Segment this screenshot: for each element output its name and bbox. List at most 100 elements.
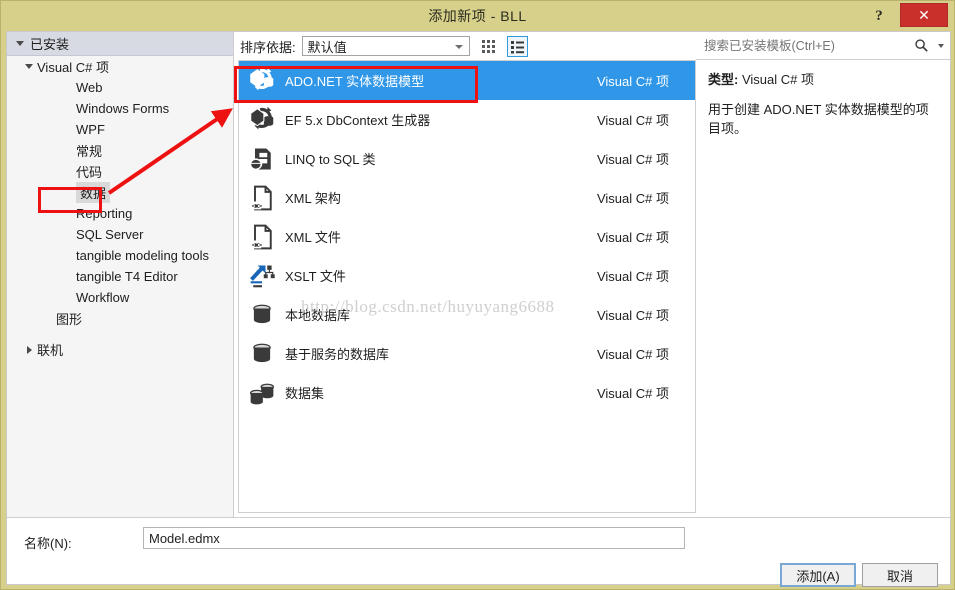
add-button[interactable]: 添加(A) <box>780 563 856 587</box>
sidebar-item-label: 数据 <box>76 182 111 203</box>
database-icon <box>245 299 279 331</box>
template-list-item[interactable]: ADO.NET 实体数据模型 Visual C# 项 <box>239 61 695 100</box>
sidebar-item-label: 联机 <box>37 343 64 358</box>
sidebar-item-11[interactable]: Workflow <box>7 287 233 308</box>
template-name: 本地数据库 <box>285 308 351 323</box>
database-icon <box>245 338 279 370</box>
template-list-item[interactable]: EF 5.x DbContext 生成器 Visual C# 项 <box>239 100 695 139</box>
chevron-down-icon[interactable] <box>938 43 944 48</box>
sidebar-item-4[interactable]: 常规 <box>7 140 233 161</box>
template-name: ADO.NET 实体数据模型 <box>285 74 425 89</box>
template-kind: Visual C# 项 <box>596 230 669 245</box>
sidebar-item-label: SQL Server <box>76 227 144 242</box>
template-kind: Visual C# 项 <box>596 308 669 323</box>
sidebar-header-label: 已安装 <box>30 37 70 52</box>
template-list-item[interactable]: 本地数据库 Visual C# 项 <box>239 295 695 334</box>
sidebar-item-2[interactable]: Windows Forms <box>7 98 233 119</box>
template-name: EF 5.x DbContext 生成器 <box>285 113 431 128</box>
search-input[interactable] <box>696 37 906 54</box>
window-title: 添加新项 - BLL <box>428 8 527 24</box>
template-list-item[interactable]: < > XML 文件 Visual C# 项 <box>239 217 695 256</box>
installed-templates-sidebar: 已安装 Visual C# 项 Web Windows Forms WPF 常规代码数据… <box>7 32 234 517</box>
template-name: XSLT 文件 <box>285 269 346 284</box>
xml-document-icon: < > <box>245 182 279 214</box>
dialog-client-area: 已安装 Visual C# 项 Web Windows Forms WPF 常规代码数据… <box>6 31 951 587</box>
template-list-item[interactable]: 数据集 Visual C# 项 <box>239 373 695 412</box>
template-kind: Visual C# 项 <box>596 386 669 401</box>
xml-document-icon: < > <box>245 221 279 253</box>
template-kind: Visual C# 项 <box>596 74 669 89</box>
sidebar-item-10[interactable]: tangible T4 Editor <box>7 266 233 287</box>
template-type-value: Visual C# 项 <box>741 72 814 87</box>
sort-by-dropdown[interactable]: 默认值 <box>301 36 470 56</box>
help-button[interactable]: ? <box>866 3 892 27</box>
template-list-item[interactable]: < > XML 架构 Visual C# 项 <box>239 178 695 217</box>
template-kind: Visual C# 项 <box>596 347 669 362</box>
add-new-item-dialog: 添加新项 - BLL ? ✕ 已安装 Visual C# 项 Web Windows… <box>0 0 955 590</box>
template-kind: Visual C# 项 <box>596 191 669 206</box>
sidebar-item-6[interactable]: 数据 <box>7 182 233 203</box>
dialog-footer: 名称(N): 添加(A) 取消 <box>7 517 950 587</box>
grid-view-icon[interactable] <box>478 36 499 57</box>
category-tree: Visual C# 项 Web Windows Forms WPF 常规代码数据 Repo… <box>7 56 233 360</box>
chevron-right-icon <box>21 345 37 354</box>
entity-model-icon <box>245 65 279 97</box>
template-list-item[interactable]: LINQ to SQL 类 Visual C# 项 <box>239 139 695 178</box>
sort-by-value: 默认值 <box>307 39 347 55</box>
sidebar-header[interactable]: 已安装 <box>7 32 233 56</box>
template-name: XML 架构 <box>285 191 341 206</box>
sidebar-item-8[interactable]: SQL Server <box>7 224 233 245</box>
close-button[interactable]: ✕ <box>900 3 948 27</box>
title-bar: 添加新项 - BLL ? ✕ <box>1 1 954 31</box>
template-kind: Visual C# 项 <box>596 152 669 167</box>
name-input[interactable] <box>143 527 685 549</box>
name-label: 名称(N): <box>24 536 72 551</box>
list-view-icon[interactable] <box>506 35 528 57</box>
sidebar-item-label: Web <box>76 80 103 95</box>
sidebar-item-label: 代码 <box>76 165 103 180</box>
template-list-pane: 排序依据: 默认值 ADO.NET 实体数据模型 Visual C# 项 EF … <box>234 32 696 517</box>
sidebar-item-9[interactable]: tangible modeling tools <box>7 245 233 266</box>
template-name: 基于服务的数据库 <box>285 347 390 362</box>
template-name: LINQ to SQL 类 <box>285 152 376 167</box>
sidebar-item-12[interactable]: 图形 <box>7 308 233 329</box>
sidebar-item-3[interactable]: WPF <box>7 119 233 140</box>
search-icon[interactable] <box>906 33 936 59</box>
xslt-file-icon <box>245 260 279 292</box>
sidebar-item-label: tangible modeling tools <box>76 248 209 263</box>
template-list-item[interactable]: 基于服务的数据库 Visual C# 项 <box>239 334 695 373</box>
template-listbox[interactable]: ADO.NET 实体数据模型 Visual C# 项 EF 5.x DbContex… <box>238 60 696 513</box>
cancel-button[interactable]: 取消 <box>862 563 938 587</box>
template-kind: Visual C# 项 <box>596 113 669 128</box>
template-type-label: 类型: <box>708 72 739 87</box>
sidebar-item-0[interactable]: Visual C# 项 <box>7 56 233 77</box>
template-description: 用于创建 ADO.NET 实体数据模型的项目项。 <box>708 102 929 136</box>
sidebar-item-1[interactable]: Web <box>7 77 233 98</box>
sort-by-label: 排序依据: <box>240 39 296 55</box>
dataset-icon <box>245 377 279 409</box>
template-name: 数据集 <box>285 386 325 401</box>
details-pane: 类型: Visual C# 项 用于创建 ADO.NET 实体数据模型的项目项。 <box>696 32 950 517</box>
sidebar-item-label: Workflow <box>76 290 130 305</box>
sidebar-item-7[interactable]: Reporting <box>7 203 233 224</box>
sidebar-item-label: 常规 <box>76 144 103 159</box>
sidebar-item-label: Windows Forms <box>76 101 170 116</box>
sidebar-item-5[interactable]: 代码 <box>7 161 233 182</box>
template-type-row: 类型: Visual C# 项 <box>708 69 938 88</box>
search-bar <box>696 32 950 60</box>
template-list-item[interactable]: XSLT 文件 Visual C# 项 <box>239 256 695 295</box>
chevron-down-icon <box>16 41 24 46</box>
svg-text:>: > <box>258 240 263 249</box>
chevron-down-icon <box>21 64 37 69</box>
sidebar-item-label: tangible T4 Editor <box>76 269 178 284</box>
template-name: XML 文件 <box>285 230 341 245</box>
list-toolbar: 排序依据: 默认值 <box>234 32 696 60</box>
entity-model-icon <box>245 104 279 136</box>
sidebar-item-13[interactable]: 联机 <box>7 339 233 360</box>
sidebar-item-label: WPF <box>76 122 105 137</box>
template-details: 类型: Visual C# 项 用于创建 ADO.NET 实体数据模型的项目项。 <box>696 61 950 138</box>
sidebar-item-label: Reporting <box>76 206 133 221</box>
sidebar-item-label: 图形 <box>56 312 83 327</box>
svg-text:>: > <box>258 201 263 210</box>
chevron-down-icon <box>454 45 463 49</box>
